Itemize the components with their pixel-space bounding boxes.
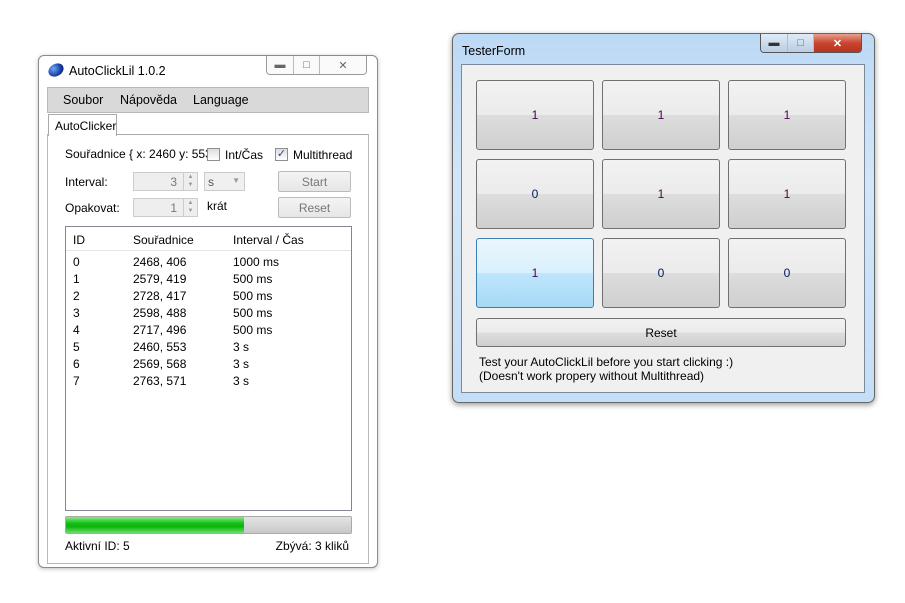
interval-spinner[interactable]: ▲ ▼ [183, 173, 197, 190]
intcas-checkbox[interactable] [207, 148, 220, 161]
close-button[interactable]: ✕ [814, 34, 861, 52]
interval-input[interactable]: 3 ▲ ▼ [133, 172, 198, 191]
remaining-label: Zbývá: 3 kliků [275, 539, 349, 553]
row-id: 1 [73, 272, 80, 286]
repeat-unit: krát [207, 199, 228, 213]
tester-grid-button[interactable]: 1 [476, 80, 594, 150]
tester-note-1: Test your AutoClickLil before you start … [479, 355, 734, 369]
interval-label: Interval: [65, 175, 108, 189]
tester-grid-button[interactable]: 1 [728, 159, 846, 229]
multithread-label: Multithread [293, 148, 353, 162]
tester-grid-button[interactable]: 0 [602, 238, 720, 308]
close-button[interactable]: ✕ [320, 56, 366, 74]
tester-grid-button[interactable]: 1 [602, 80, 720, 150]
column-interval[interactable]: Interval / Čas [233, 233, 304, 247]
window-title: AutoClickLil 1.0.2 [69, 64, 166, 78]
row-id: 6 [73, 357, 80, 371]
chevron-down-icon: ▼ [232, 176, 240, 185]
row-id: 7 [73, 374, 80, 388]
table-row[interactable]: 6 2569, 568 3 s [66, 355, 351, 372]
tester-grid-button[interactable]: 1 [728, 80, 846, 150]
tester-grid-button[interactable]: 0 [476, 159, 594, 229]
multithread-checkbox[interactable]: ✓ [275, 148, 288, 161]
row-coordinates: 2579, 419 [133, 272, 187, 286]
row-interval: 500 ms [233, 289, 273, 303]
row-id: 5 [73, 340, 80, 354]
menu-soubor[interactable]: Soubor [63, 93, 103, 107]
row-coordinates: 2728, 417 [133, 289, 187, 303]
row-interval: 3 s [233, 357, 250, 371]
row-coordinates: 2460, 553 [133, 340, 187, 354]
menu-napoveda[interactable]: Nápověda [120, 93, 177, 107]
minimize-button[interactable]: ▬ [267, 56, 294, 74]
row-coordinates: 2763, 571 [133, 374, 187, 388]
active-id-label: Aktivní ID: 5 [65, 539, 130, 553]
row-interval: 3 s [233, 340, 250, 354]
tester-note-2: (Doesn't work propery without Multithrea… [479, 369, 705, 383]
repeat-label: Opakovat: [65, 201, 120, 215]
tester-panel: 111011100 Reset Test your AutoClickLil b… [461, 64, 865, 393]
maximize-button[interactable]: □ [294, 56, 320, 74]
row-id: 0 [73, 255, 80, 269]
row-coordinates: 2468, 406 [133, 255, 187, 269]
row-coordinates: 2598, 488 [133, 306, 187, 320]
click-list[interactable]: ID Souřadnice Interval / Čas 0 2468, 406 1… [65, 226, 352, 511]
app-icon [46, 60, 66, 80]
intcas-label: Int/Čas [225, 148, 264, 162]
row-interval: 500 ms [233, 306, 273, 320]
row-id: 4 [73, 323, 80, 337]
row-interval: 500 ms [233, 272, 273, 286]
repeat-value: 1 [170, 201, 177, 215]
tester-grid-button[interactable]: 1 [476, 238, 594, 308]
row-interval: 1000 ms [233, 255, 280, 269]
repeat-spinner[interactable]: ▲ ▼ [183, 199, 197, 216]
table-row[interactable]: 7 2763, 571 3 s [66, 372, 351, 389]
tester-reset-button[interactable]: Reset [476, 318, 846, 347]
repeat-input[interactable]: 1 ▲ ▼ [133, 198, 198, 217]
row-interval: 500 ms [233, 323, 273, 337]
minimize-button[interactable]: ▬ [761, 34, 788, 52]
menu-language[interactable]: Language [193, 93, 249, 107]
row-id: 2 [73, 289, 80, 303]
tab-autoclicker[interactable]: AutoClicker [48, 114, 117, 136]
progress-bar [65, 516, 352, 534]
menu-bar: Soubor Nápověda Language [47, 87, 369, 113]
table-row[interactable]: 2 2728, 417 500 ms [66, 287, 351, 304]
maximize-button[interactable]: □ [788, 34, 814, 52]
column-coordinates[interactable]: Souřadnice [133, 233, 194, 247]
row-coordinates: 2717, 496 [133, 323, 187, 337]
table-row[interactable]: 4 2717, 496 500 ms [66, 321, 351, 338]
column-id[interactable]: ID [73, 233, 85, 247]
tester-grid-button[interactable]: 1 [602, 159, 720, 229]
row-id: 3 [73, 306, 80, 320]
table-row[interactable]: 1 2579, 419 500 ms [66, 270, 351, 287]
tester-window: TesterForm ▬ □ ✕ 111011100 Reset Test yo… [452, 33, 875, 403]
list-header: ID Souřadnice Interval / Čas [66, 227, 351, 251]
interval-unit-value: s [208, 175, 214, 189]
progress-fill [66, 517, 245, 533]
row-coordinates: 2569, 568 [133, 357, 187, 371]
interval-unit-select[interactable]: s ▼ [204, 172, 245, 191]
table-row[interactable]: 3 2598, 488 500 ms [66, 304, 351, 321]
interval-value: 3 [170, 175, 177, 189]
autoclicker-window: AutoClickLil 1.0.2 ▬ □ ✕ Soubor Nápověda… [38, 55, 378, 568]
table-row[interactable]: 0 2468, 406 1000 ms [66, 253, 351, 270]
coordinates-label: Souřadnice { x: 2460 y: 553 } [65, 147, 220, 161]
reset-button[interactable]: Reset [278, 197, 351, 218]
window-title: TesterForm [462, 44, 526, 58]
row-interval: 3 s [233, 374, 250, 388]
tester-grid-button[interactable]: 0 [728, 238, 846, 308]
start-button[interactable]: Start [278, 171, 351, 192]
table-row[interactable]: 5 2460, 553 3 s [66, 338, 351, 355]
